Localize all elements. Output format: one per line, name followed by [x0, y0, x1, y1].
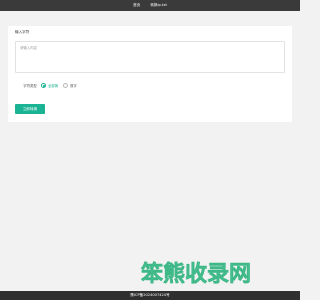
icp-link[interactable]: 豫ICP备2024007424号 [130, 293, 169, 298]
radio-unchecked-icon[interactable] [63, 83, 68, 88]
radio-option-first[interactable]: 首字 [63, 83, 77, 88]
radio-label: 首字 [70, 84, 77, 88]
radio-option-all[interactable]: 全部换 [41, 83, 58, 88]
text-input[interactable] [15, 41, 285, 73]
radio-checked-icon[interactable] [41, 83, 46, 88]
radio-label: 全部换 [48, 84, 59, 88]
watermark-logo: 笨熊收录网 [141, 261, 252, 286]
convert-button[interactable]: 立即转换 [15, 104, 45, 114]
top-nav-bar: 首页 转换ip.txt [0, 0, 300, 11]
nav-home-link[interactable]: 首页 [133, 3, 140, 8]
watermark-text: 笨熊收录网 [141, 261, 251, 286]
input-label: 输入字符 [15, 30, 30, 34]
nav-title-link[interactable]: 转换ip.txt [150, 3, 167, 8]
type-label: 字符类型 [23, 84, 37, 88]
converter-form: 输入字符 字符类型 全部换 首字 立即转换 [8, 26, 292, 122]
footer: 豫ICP备2024007424号 [0, 291, 300, 300]
